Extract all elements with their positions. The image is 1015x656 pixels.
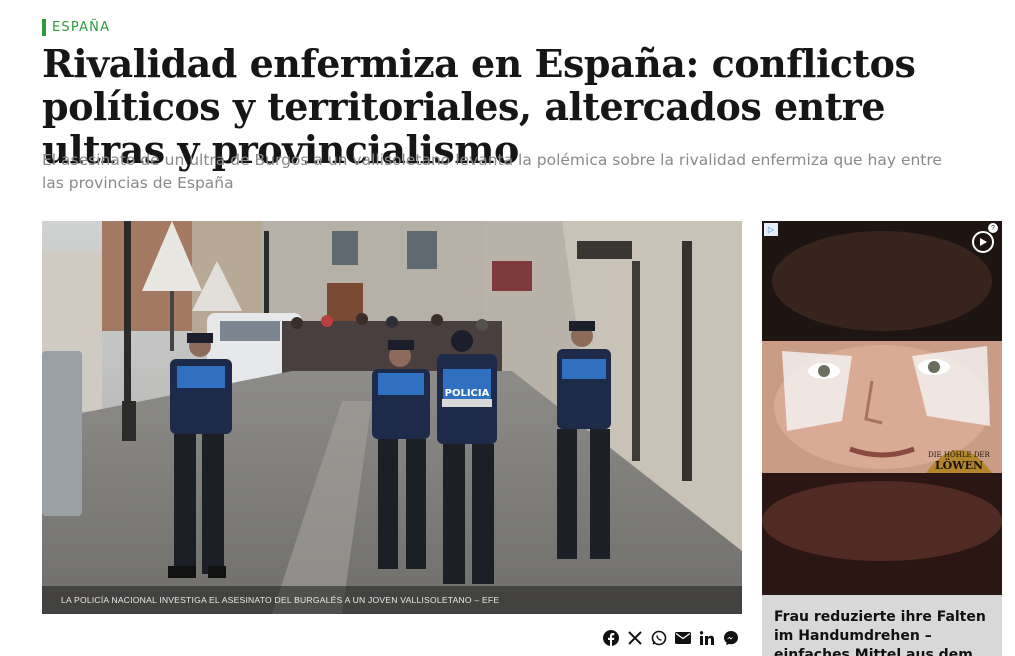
info-icon[interactable]: ? — [988, 223, 998, 233]
section-tag[interactable]: ESPAÑA — [42, 19, 110, 36]
section-label[interactable]: ESPAÑA — [52, 20, 110, 35]
brand-line-2: LÖWEN — [935, 458, 983, 472]
photo-caption-bar: LA POLICÍA NACIONAL INVESTIGA EL ASESINA… — [42, 586, 742, 614]
vest-label: POLICIA — [445, 388, 490, 399]
x-icon[interactable] — [626, 629, 644, 647]
advertisement[interactable]: ▷ ? DIE HÖHLE DER LÖWEN Frau reduzierte … — [762, 221, 1002, 656]
ad-face-image — [762, 221, 1002, 595]
whatsapp-icon[interactable] — [650, 629, 668, 647]
messenger-icon[interactable] — [722, 629, 740, 647]
article-subtitle: El asesinato de un ultra de Burgos a un … — [42, 151, 942, 192]
adchoices-icon[interactable]: ▷ — [764, 223, 778, 236]
ad-headline[interactable]: Frau reduzierte ihre Falten im Handumdre… — [762, 595, 1002, 656]
section-accent-bar — [42, 19, 46, 36]
ad-brand-logo: DIE HÖHLE DER LÖWEN — [922, 435, 996, 473]
street-photo-illustration: POLICIA — [42, 221, 742, 614]
facebook-icon[interactable] — [602, 629, 620, 647]
email-icon[interactable] — [674, 629, 692, 647]
brand-line-1: DIE HÖHLE DER — [928, 450, 990, 459]
photo-caption: LA POLICÍA NACIONAL INVESTIGA EL ASESINA… — [61, 595, 500, 605]
linkedin-icon[interactable] — [698, 629, 716, 647]
share-bar — [602, 629, 740, 647]
article-photo: POLICIA LA POLICÍA NACIONAL INVESTIGA EL… — [42, 221, 742, 614]
play-icon[interactable] — [972, 231, 994, 253]
